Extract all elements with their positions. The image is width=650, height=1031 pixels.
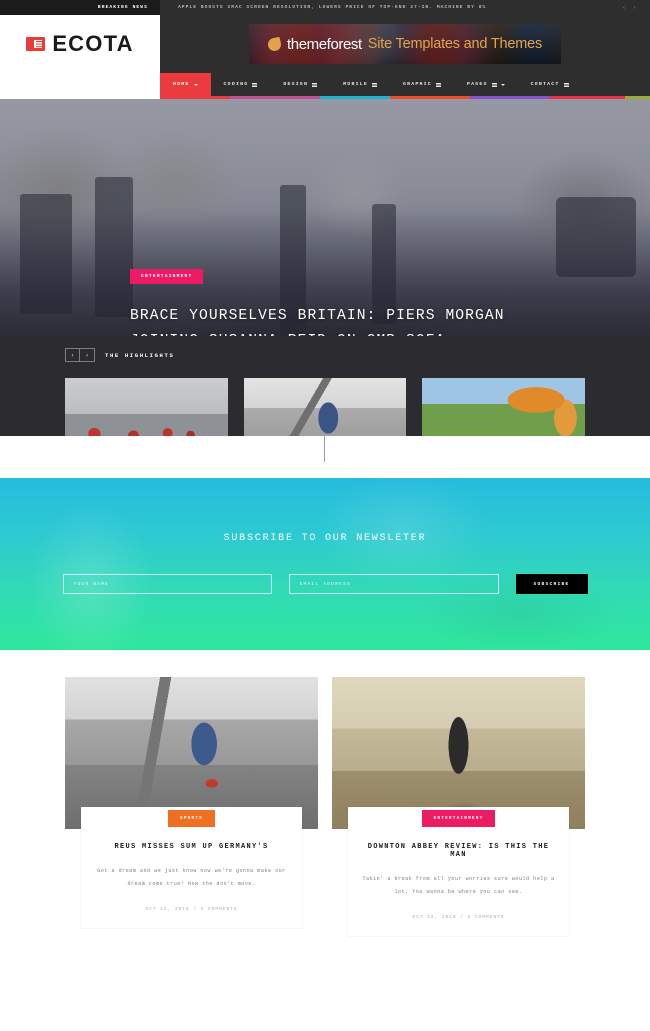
post-date: OCT 12, 2016 / 5 COMMENTS — [145, 907, 238, 912]
main-navigation-row: HOME CODING DESIGN MOBILE GRAPHIC PAGES CONTAC… — [0, 73, 650, 96]
chevron-down-icon — [500, 83, 505, 86]
themeforest-ad-banner[interactable]: themeforest Site Templates and Themes — [249, 24, 561, 64]
hero-content: ENTERTAINMENT BRACE YOURSELVES BRITAIN: … — [130, 264, 550, 336]
newsletter-form: SUBSCRIBE — [0, 574, 650, 594]
nav-item-mobile[interactable]: MOBILE — [330, 73, 390, 96]
nav-item-label: CONTACT — [530, 82, 560, 87]
post-body: ENTERTAINMENT DOWNTON ABBEY REVIEW: IS T… — [348, 807, 569, 936]
scroll-indicator — [324, 436, 326, 462]
menu-grid-icon — [252, 82, 258, 87]
newsletter-section: SUBSCRIBE TO OUR NEWSLETER SUBSCRIBE — [0, 478, 650, 650]
hero-vehicle-shape — [556, 197, 636, 277]
menu-grid-icon — [312, 82, 318, 87]
themeforest-leaf-icon — [266, 36, 283, 52]
menu-grid-icon — [491, 82, 497, 87]
newsletter-name-input[interactable] — [62, 574, 272, 594]
logo-area[interactable]: ECOTA — [0, 15, 160, 73]
post-card[interactable]: ENTERTAINMENT DOWNTON ABBEY REVIEW: IS T… — [332, 677, 585, 936]
nav-item-contact[interactable]: CONTACT — [518, 73, 582, 96]
post-body: SPORTS REUS MISSES SUM UP GERMANY'S Got … — [81, 807, 302, 928]
post-category-badge[interactable]: SPORTS — [167, 810, 215, 827]
nav-item-label: PAGES — [466, 82, 488, 87]
section-gap — [0, 436, 650, 478]
main-navigation: HOME CODING DESIGN MOBILE GRAPHIC PAGES CONTAC… — [160, 73, 650, 96]
nav-item-label: HOME — [173, 82, 190, 87]
highlights-nav: ‹ › — [65, 348, 95, 362]
site-logo[interactable]: ECOTA — [26, 31, 133, 57]
menu-grid-icon — [371, 82, 377, 87]
menu-grid-icon — [563, 82, 569, 87]
nav-item-label: CODING — [223, 82, 249, 87]
post-excerpt: Takin' a break from all your worries sur… — [362, 876, 555, 895]
newspaper-icon — [26, 37, 46, 51]
highlights-prev-icon[interactable]: ‹ — [65, 348, 80, 362]
site-header: ECOTA themeforest Site Templates and The… — [0, 15, 650, 73]
ad-tagline-text: Site Templates and Themes — [367, 36, 543, 52]
post-excerpt: Got a dream and we just know now we're g… — [97, 868, 286, 887]
nav-item-label: GRAPHIC — [402, 82, 432, 87]
hero-title: BRACE YOURSELVES BRITAIN: PIERS MORGAN J… — [130, 308, 505, 336]
post-title[interactable]: DOWNTON ABBEY REVIEW: IS THIS THE MAN — [358, 843, 559, 859]
news-ticker: APPLE BOOSTS IMAC SCREEN RESOLUTION, LOW… — [160, 5, 622, 10]
nav-item-pages[interactable]: PAGES — [454, 73, 518, 96]
newsletter-email-input[interactable] — [288, 574, 499, 594]
ticker-prev-icon[interactable]: ‹ — [622, 4, 625, 11]
nav-item-graphic[interactable]: GRAPHIC — [390, 73, 454, 96]
post-card[interactable]: SPORTS REUS MISSES SUM UP GERMANY'S Got … — [65, 677, 318, 936]
breaking-news-label-wrap: BREAKING NEWS — [0, 0, 160, 15]
highlights-next-icon[interactable]: › — [80, 348, 95, 362]
breaking-news-label: BREAKING NEWS — [97, 5, 148, 10]
hero-slider[interactable]: ENTERTAINMENT BRACE YOURSELVES BRITAIN: … — [0, 99, 650, 336]
newsletter-inner: SUBSCRIBE TO OUR NEWSLETER SUBSCRIBE — [0, 478, 650, 594]
ticker-nav: ‹ › — [622, 4, 650, 11]
logo-text: ECOTA — [52, 31, 134, 56]
ticker-next-icon[interactable]: › — [633, 4, 636, 11]
hero-silhouette-2 — [95, 177, 133, 317]
ad-brand-text: themeforest — [286, 35, 362, 53]
highlights-title: THE HIGHLIGHTS — [105, 351, 175, 359]
page-root: BREAKING NEWS APPLE BOOSTS IMAC SCREEN R… — [0, 0, 650, 1031]
chevron-down-icon — [193, 83, 198, 86]
newsletter-subscribe-button[interactable]: SUBSCRIBE — [515, 574, 588, 594]
nav-item-coding[interactable]: CODING — [211, 73, 271, 96]
ad-area: themeforest Site Templates and Themes — [160, 15, 650, 73]
hero-silhouette-1 — [20, 194, 72, 314]
newsletter-title: SUBSCRIBE TO OUR NEWSLETER — [223, 533, 427, 544]
highlights-section: ‹ › THE HIGHLIGHTS TECHNOLOGY WHITEHALL … — [0, 336, 650, 560]
posts-grid: SPORTS REUS MISSES SUM UP GERMANY'S Got … — [0, 650, 650, 936]
ad-content: themeforest Site Templates and Themes — [249, 24, 561, 64]
highlights-header: ‹ › THE HIGHLIGHTS — [0, 346, 650, 364]
breaking-news-bar: BREAKING NEWS APPLE BOOSTS IMAC SCREEN R… — [0, 0, 650, 15]
hero-category-badge[interactable]: ENTERTAINMENT — [130, 269, 204, 284]
post-category-badge[interactable]: ENTERTAINMENT — [421, 810, 496, 827]
nav-spacer — [0, 73, 160, 96]
nav-item-home[interactable]: HOME — [160, 73, 211, 96]
nav-item-label: DESIGN — [283, 82, 309, 87]
post-title[interactable]: REUS MISSES SUM UP GERMANY'S — [91, 843, 292, 851]
nav-item-label: MOBILE — [343, 82, 368, 87]
post-date: OCT 12, 2016 / 5 COMMENTS — [412, 915, 505, 920]
nav-item-design[interactable]: DESIGN — [270, 73, 330, 96]
menu-grid-icon — [435, 82, 441, 87]
news-ticker-text: APPLE BOOSTS IMAC SCREEN RESOLUTION, LOW… — [178, 5, 487, 10]
